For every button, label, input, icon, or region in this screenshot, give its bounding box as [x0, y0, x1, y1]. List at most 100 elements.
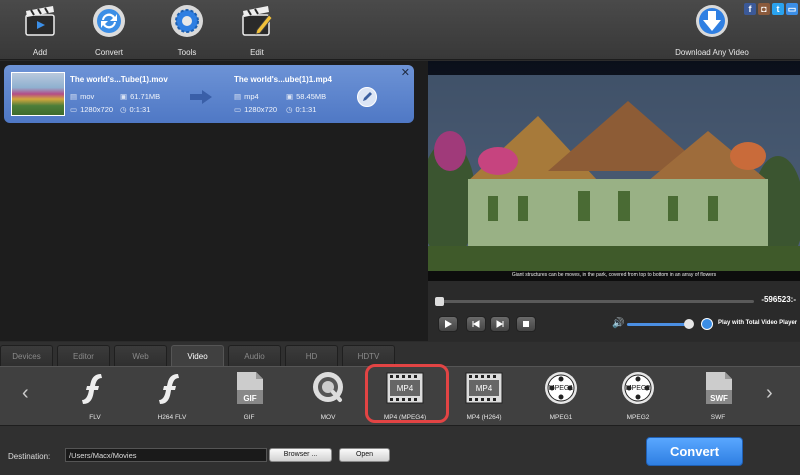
next-frame-button[interactable]: [490, 316, 510, 332]
output-format: ▤ mp4: [234, 92, 259, 101]
instagram-icon[interactable]: ◘: [758, 3, 770, 15]
flash-icon: [159, 374, 179, 404]
facebook-icon[interactable]: f: [744, 3, 756, 15]
pencil-icon: [363, 92, 372, 101]
output-size: ▣ 58.45MB: [286, 92, 327, 101]
size-icon: ▣: [286, 92, 294, 101]
format-swf[interactable]: SWF SWF: [683, 370, 753, 421]
swf-icon: SWF: [706, 372, 732, 404]
tab-video[interactable]: Video: [171, 345, 224, 366]
quicktime-icon: [313, 372, 343, 402]
monitor-icon: ▭: [234, 105, 242, 114]
video-preview: Giant structures can be moves, in the pa…: [428, 61, 800, 281]
svg-text:MPEG1: MPEG1: [549, 385, 574, 392]
clapperboard-edit-icon: [242, 6, 273, 36]
add-label: Add: [32, 48, 48, 57]
destination-label: Destination:: [8, 452, 51, 461]
svg-text:MP4: MP4: [397, 384, 414, 393]
add-button[interactable]: Add: [10, 3, 70, 57]
clock-icon: ◷: [120, 105, 127, 114]
tools-button[interactable]: Tools: [157, 3, 217, 57]
destination-path-input[interactable]: [65, 448, 267, 462]
prev-frame-button[interactable]: [466, 316, 486, 332]
video-thumbnail: [11, 72, 65, 116]
skip-forward-icon: [496, 320, 504, 328]
browse-button[interactable]: Browser ...: [269, 448, 332, 462]
play-with-tvp-link[interactable]: Play with Total Video Player: [718, 320, 797, 326]
download-any-video-button[interactable]: Download Any Video: [672, 3, 752, 57]
edit-toolbar-button[interactable]: Edit: [227, 3, 287, 57]
total-video-player-icon[interactable]: [701, 318, 713, 330]
format-mpeg2[interactable]: MPEG2 MPEG2: [603, 370, 673, 421]
source-size: ▣ 61.71MB: [120, 92, 161, 101]
tab-devices[interactable]: Devices: [0, 345, 53, 366]
tools-label: Tools: [177, 48, 197, 57]
format-icon: ▤: [70, 92, 78, 101]
time-display: -596523:-: [761, 295, 796, 304]
file-list-panel: The world's...Tube(1).mov ▤ mov ▣ 61.71MB …: [0, 61, 428, 341]
svg-text:GIF: GIF: [243, 394, 256, 403]
edit-output-button[interactable]: [357, 87, 377, 107]
chevron-left-icon[interactable]: ‹: [22, 382, 29, 405]
play-icon: [445, 320, 452, 328]
gear-icon: [171, 5, 203, 37]
tab-hd[interactable]: HD: [285, 345, 338, 366]
convert-button[interactable]: Convert: [646, 437, 743, 466]
chevron-right-icon[interactable]: ›: [766, 382, 773, 405]
volume-icon[interactable]: 🔊: [612, 318, 624, 329]
tab-web[interactable]: Web: [114, 345, 167, 366]
format-flv[interactable]: FLV: [60, 370, 130, 421]
clapperboard-add-icon: [25, 6, 55, 36]
skip-back-icon: [472, 320, 480, 328]
source-format: ▤ mov: [70, 92, 95, 101]
svg-text:SWF: SWF: [710, 394, 728, 403]
chat-icon[interactable]: ▭: [786, 3, 798, 15]
source-duration: ◷ 0:1:31: [120, 105, 151, 114]
download-arrow-icon: [696, 5, 728, 37]
file-item[interactable]: The world's...Tube(1).mov ▤ mov ▣ 61.71MB …: [4, 65, 414, 123]
twitter-icon[interactable]: t: [772, 3, 784, 15]
convert-toolbar-button[interactable]: Convert: [79, 3, 139, 57]
open-folder-button[interactable]: Open: [339, 448, 390, 462]
format-mp4-h264[interactable]: MP4 MP4 (H264): [449, 370, 519, 421]
destination-bar: Destination: Browser ... Open Convert: [0, 425, 800, 475]
flash-icon: [82, 374, 102, 404]
format-h264-flv[interactable]: H264 FLV: [137, 370, 207, 421]
mpeg-reel-icon: MPEG2: [622, 372, 654, 404]
app-window: Add Convert Tools Edit Download Any Vide…: [0, 0, 800, 475]
play-button[interactable]: [438, 316, 458, 332]
monitor-icon: ▭: [70, 105, 78, 114]
social-links: f ◘ t ▭: [744, 3, 798, 15]
svg-text:MPEG2: MPEG2: [626, 385, 651, 392]
remove-file-icon[interactable]: ✕: [401, 66, 410, 79]
stop-icon: [523, 321, 529, 327]
clock-icon: ◷: [286, 105, 293, 114]
stop-button[interactable]: [516, 316, 536, 332]
arrow-right-icon: [190, 90, 212, 104]
category-tabs: Devices Editor Web Video Audio HD HDTV: [0, 342, 800, 366]
tab-hdtv[interactable]: HDTV: [342, 345, 395, 366]
download-label: Download Any Video: [675, 48, 749, 57]
format-mov[interactable]: MOV: [293, 370, 363, 421]
convert-icon: [93, 5, 125, 37]
tab-editor[interactable]: Editor: [57, 345, 110, 366]
output-filename: The world's...ube(1)1.mp4: [234, 75, 332, 84]
seek-bar[interactable]: [435, 297, 754, 306]
seek-handle[interactable]: [435, 297, 444, 306]
format-icon: ▤: [234, 92, 242, 101]
source-filename: The world's...Tube(1).mov: [70, 75, 168, 84]
source-resolution: ▭ 1280x720: [70, 105, 114, 114]
volume-handle[interactable]: [684, 319, 694, 329]
convert-toolbar-label: Convert: [94, 48, 123, 57]
toolbar: Add Convert Tools Edit Download Any Vide…: [0, 0, 800, 60]
subtitle-caption: Giant structures can be moves, in the pa…: [511, 272, 717, 278]
mpeg-reel-icon: MPEG1: [545, 372, 577, 404]
volume-slider[interactable]: [627, 323, 689, 326]
format-mp4-mpeg4[interactable]: MP4 MP4 (MPEG4): [370, 370, 440, 421]
format-gif[interactable]: GIF GIF: [214, 370, 284, 421]
tab-audio[interactable]: Audio: [228, 345, 281, 366]
mp4-film-icon: MP4: [465, 372, 503, 404]
output-resolution: ▭ 1280x720: [234, 105, 278, 114]
format-carousel: ‹ FLV H264 FLV GIF GIF MOV MP4 MP4 (MPEG…: [0, 366, 800, 425]
format-mpeg1[interactable]: MPEG1 MPEG1: [526, 370, 596, 421]
